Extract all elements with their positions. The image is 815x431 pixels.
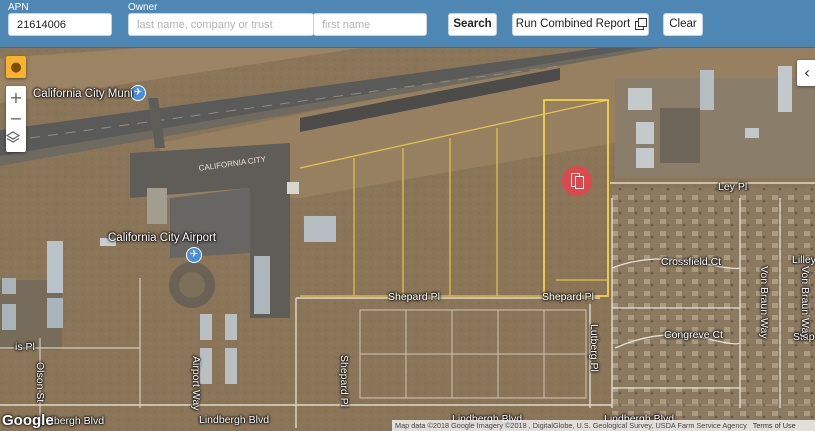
run-combined-report-button[interactable]: Run Combined Report — [512, 13, 649, 36]
satellite-map[interactable]: ● + − ‹ ✈ ✈ California City Muni Califor… — [0, 48, 815, 431]
zoom-out-button[interactable]: − — [6, 109, 26, 129]
pegman-icon: ● — [10, 60, 22, 75]
label-lutberg-pl: Lutberg Pl — [588, 324, 600, 372]
clear-button[interactable]: Clear — [663, 13, 703, 36]
layers-button[interactable] — [6, 130, 26, 150]
parcel-marker[interactable] — [562, 166, 592, 196]
label-is-pl: is Pl — [15, 341, 35, 353]
copy-icon — [635, 18, 648, 30]
zoom-control: + − — [6, 86, 26, 152]
label-shepard-pl: Shepard Pl — [542, 291, 594, 303]
collapse-panel-button[interactable]: ‹ — [797, 60, 815, 86]
label-crossfield-ct: Crossfield Ct — [661, 256, 722, 268]
clear-button-label: Clear — [669, 18, 697, 30]
apn-label: APN — [8, 2, 29, 13]
label-olson-st: Olson St — [34, 362, 46, 403]
label-von-braun-way: Von Braun Way — [758, 266, 770, 339]
label-shepard-pl: Shepard Pl — [388, 291, 440, 303]
label-ley-pl: Ley Pl — [718, 181, 748, 193]
label-von-braun-way: Von Braun Way — [799, 266, 811, 339]
label-congreve-ct: Congreve Ct — [664, 329, 723, 341]
search-button-label: Search — [453, 18, 492, 30]
layers-icon — [6, 131, 20, 143]
label-california-city-airport: California City Airport — [108, 232, 217, 244]
attribution-text: Map data ©2018 Google Imagery ©2018 , Di… — [395, 421, 747, 430]
search-toolbar: APN Owner Search Run Combined Report Cle… — [0, 0, 815, 48]
label-airport-way: Airport Way — [190, 356, 202, 411]
zoom-in-button[interactable]: + — [6, 88, 26, 108]
apn-input[interactable] — [8, 13, 112, 36]
owner-first-name-input[interactable] — [313, 13, 427, 36]
pegman-control[interactable]: ● — [6, 56, 26, 78]
google-logo: Google — [2, 412, 54, 429]
label-lilley: Lilley — [792, 254, 815, 266]
map-attribution: Map data ©2018 Google Imagery ©2018 , Di… — [392, 420, 815, 431]
search-button[interactable]: Search — [448, 13, 497, 36]
airport-icon[interactable]: ✈ — [186, 247, 202, 263]
label-lindbergh-blvd: Lindbergh Blvd — [199, 414, 270, 426]
owner-label: Owner — [128, 2, 158, 13]
label-shepard-pl-vertical: Shepard Pl — [338, 355, 350, 407]
label-california-city-muni: California City Muni — [33, 88, 133, 100]
run-combined-report-label: Run Combined Report — [515, 18, 631, 30]
terms-of-use-link[interactable]: Terms of Use — [753, 421, 796, 430]
owner-last-name-input[interactable] — [128, 13, 314, 36]
